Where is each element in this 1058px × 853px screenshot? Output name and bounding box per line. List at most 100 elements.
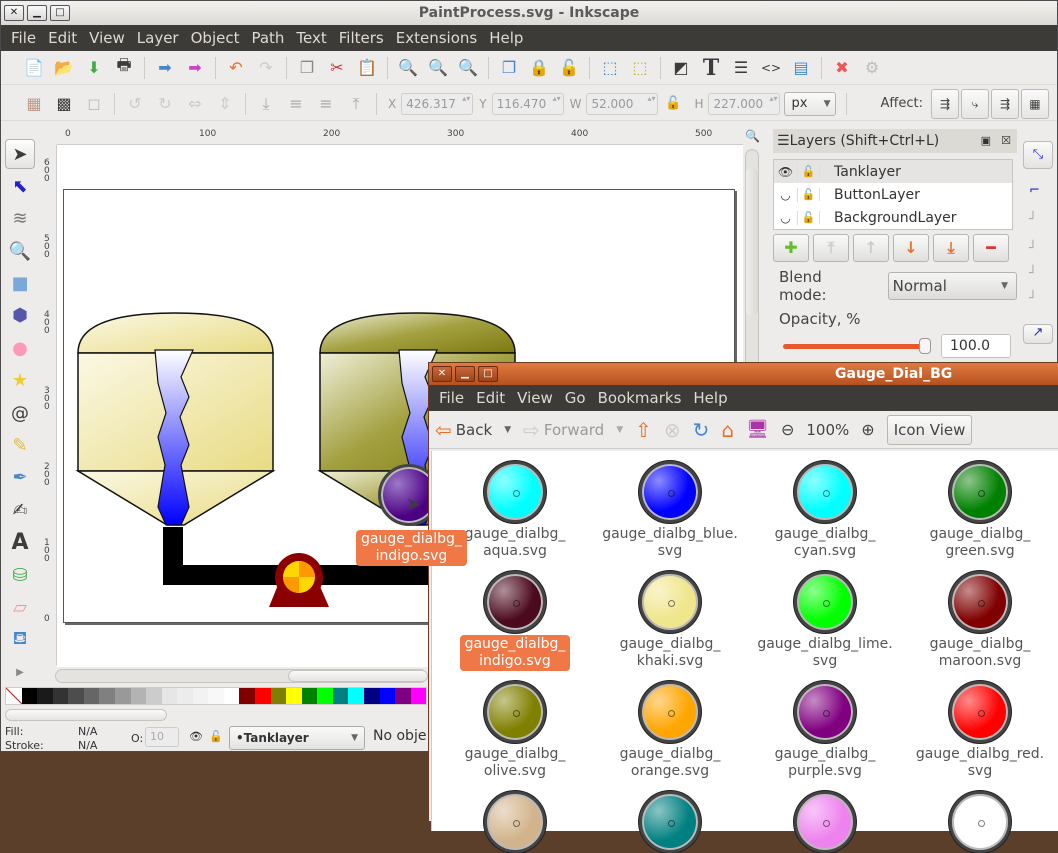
affect-stroke-button[interactable]: ⇶ xyxy=(930,88,959,119)
color-swatch[interactable] xyxy=(255,688,271,704)
back-button[interactable]: ⇦ Back ▼ xyxy=(435,418,511,442)
ellipse-tool-icon[interactable]: ● xyxy=(5,333,35,363)
star-tool-icon[interactable]: ★ xyxy=(5,366,35,396)
color-swatch[interactable] xyxy=(286,688,302,704)
lock-icon[interactable]: 🔓 xyxy=(209,730,223,743)
fm-menu-view[interactable]: View xyxy=(511,385,559,411)
snap-bbox-corner-icon[interactable]: ┘ xyxy=(1029,241,1058,256)
affect-gradients-button[interactable]: ⇶ xyxy=(990,88,1019,119)
file-name[interactable]: gauge_dialbg_ aqua.svg xyxy=(460,525,571,561)
spiral-tool-icon[interactable]: @ xyxy=(5,398,35,428)
selector-tool-icon[interactable]: ➤ xyxy=(5,139,35,169)
color-swatch[interactable] xyxy=(161,688,178,704)
file-item[interactable]: gauge_dialbg_ olive.svg xyxy=(440,681,590,781)
raise-layer-top-button[interactable]: ⤒ xyxy=(813,234,849,262)
color-swatch[interactable] xyxy=(37,688,53,704)
raise-layer-button[interactable]: ↑ xyxy=(853,234,889,262)
affect-corners-button[interactable]: ⤷ xyxy=(960,88,989,119)
ungroup-icon[interactable]: 🔓 xyxy=(558,57,580,79)
import-icon[interactable]: ➡ xyxy=(154,57,176,79)
computer-icon[interactable]: 🖥 xyxy=(746,419,769,440)
color-swatch[interactable] xyxy=(192,688,209,704)
file-name[interactable]: gauge_dialbg_lime. svg xyxy=(752,635,897,671)
gauge-file-icon[interactable] xyxy=(639,681,701,743)
lower-to-bottom-icon[interactable]: ⤓ xyxy=(255,93,277,115)
menu-extensions[interactable]: Extensions xyxy=(390,25,483,51)
color-swatch[interactable] xyxy=(52,688,69,704)
menu-view[interactable]: View xyxy=(83,25,131,51)
unlock-icon[interactable]: 🔓 xyxy=(798,165,820,178)
w-input[interactable]: 52.000 xyxy=(586,92,659,115)
layer-row[interactable]: ◡ 🔓 BackgroundLayer xyxy=(774,206,1012,229)
menu-object[interactable]: Object xyxy=(185,25,246,51)
unit-select[interactable]: px ▼ xyxy=(784,91,837,116)
delete-layer-button[interactable]: ━ xyxy=(973,234,1009,262)
color-swatch[interactable] xyxy=(317,688,333,704)
tank-left[interactable] xyxy=(75,312,276,526)
flip-horizontal-icon[interactable]: ⇔ xyxy=(184,93,206,115)
eye-icon[interactable]: 👁 xyxy=(189,730,203,743)
gauge-file-icon[interactable] xyxy=(949,461,1011,523)
file-item[interactable] xyxy=(595,791,745,853)
calligraphy-tool-icon[interactable]: ✍ xyxy=(5,495,35,525)
file-name[interactable]: gauge_dialbg_red. svg xyxy=(911,745,1049,781)
file-name[interactable]: gauge_dialbg_blue. svg xyxy=(597,525,743,561)
color-swatch[interactable] xyxy=(114,688,131,704)
gauge-file-icon[interactable] xyxy=(484,571,546,633)
save-icon[interactable]: ⬇ xyxy=(83,57,105,79)
zoom-tool-icon[interactable]: 🔍 xyxy=(5,236,35,266)
node-tool-icon[interactable]: ⬉ xyxy=(5,171,35,201)
panel-close-icon[interactable]: ☒ xyxy=(1001,129,1011,153)
stop-icon[interactable]: ⊗ xyxy=(664,418,681,442)
file-item[interactable] xyxy=(440,791,590,853)
layer-name[interactable]: Tanklayer xyxy=(820,164,901,180)
paste-icon[interactable]: 📋 xyxy=(356,57,378,79)
layers-icon[interactable]: ☰ xyxy=(730,57,752,79)
fill-stroke-icon[interactable]: ◩ xyxy=(670,57,692,79)
current-layer-select[interactable]: •Tanklayer ▼ xyxy=(229,726,365,750)
unlock-icon[interactable]: 🔓 xyxy=(798,188,820,201)
file-name[interactable]: gauge_dialbg_ orange.svg xyxy=(615,745,726,781)
gauge-file-icon[interactable] xyxy=(484,461,546,523)
eye-closed-icon[interactable]: ◡ xyxy=(774,187,798,202)
gauge-file-icon[interactable] xyxy=(949,571,1011,633)
forward-button[interactable]: ⇨ Forward ▼ xyxy=(523,418,623,442)
layer-row[interactable]: ◡ 🔓 ButtonLayer xyxy=(774,183,1012,206)
color-swatch[interactable] xyxy=(177,688,193,704)
group-icon[interactable]: 🔒 xyxy=(528,57,550,79)
pen-tool-icon[interactable]: ✒ xyxy=(5,463,35,493)
zoom-out-icon[interactable]: ⊖ xyxy=(781,420,794,439)
no-paint-swatch[interactable] xyxy=(6,688,22,704)
xml-editor-icon[interactable]: <> xyxy=(760,57,782,79)
menu-filters[interactable]: Filters xyxy=(333,25,390,51)
snap-nodes-button[interactable]: ↗ xyxy=(1023,324,1053,344)
up-icon[interactable]: ⇧ xyxy=(635,418,652,442)
maximize-button[interactable]: □ xyxy=(50,5,70,21)
deselect-icon[interactable]: ◻ xyxy=(83,93,105,115)
color-swatch[interactable] xyxy=(146,688,162,704)
layer-name[interactable]: ButtonLayer xyxy=(820,187,920,203)
lower-layer-button[interactable]: ↓ xyxy=(893,234,929,262)
lower-icon[interactable]: ≡ xyxy=(285,93,307,115)
zoom-drawing-icon[interactable]: 🔍 xyxy=(427,57,449,79)
pencil-tool-icon[interactable]: ✎ xyxy=(5,431,35,461)
opacity-slider[interactable]: 100.0 xyxy=(773,334,1017,358)
lock-ratio-icon[interactable]: 🔓 xyxy=(662,93,684,115)
palette-scrollbar[interactable] xyxy=(5,709,167,721)
new-document-icon[interactable]: 📄 xyxy=(23,57,45,79)
file-name[interactable]: gauge_dialbg_ green.svg xyxy=(925,525,1036,561)
zoom-selection-icon[interactable]: 🔍 xyxy=(397,57,419,79)
gauge-file-icon[interactable] xyxy=(794,681,856,743)
color-swatch[interactable] xyxy=(68,688,84,704)
color-swatch[interactable] xyxy=(363,688,380,704)
gauge-file-icon[interactable] xyxy=(949,681,1011,743)
gauge-file-icon[interactable] xyxy=(484,681,546,743)
eye-open-icon[interactable]: 👁 xyxy=(774,164,798,179)
zoom-page-icon[interactable]: 🔍 xyxy=(457,57,479,79)
snap-bbox-edge-icon[interactable]: ┘ xyxy=(1029,212,1058,227)
close-button[interactable]: ✕ xyxy=(432,366,452,382)
zoom-corner-icon[interactable]: 🔍 xyxy=(745,129,760,143)
color-swatch[interactable] xyxy=(21,688,38,704)
x-input[interactable]: 426.317 xyxy=(401,92,474,115)
gauge-file-icon[interactable] xyxy=(949,791,1011,853)
